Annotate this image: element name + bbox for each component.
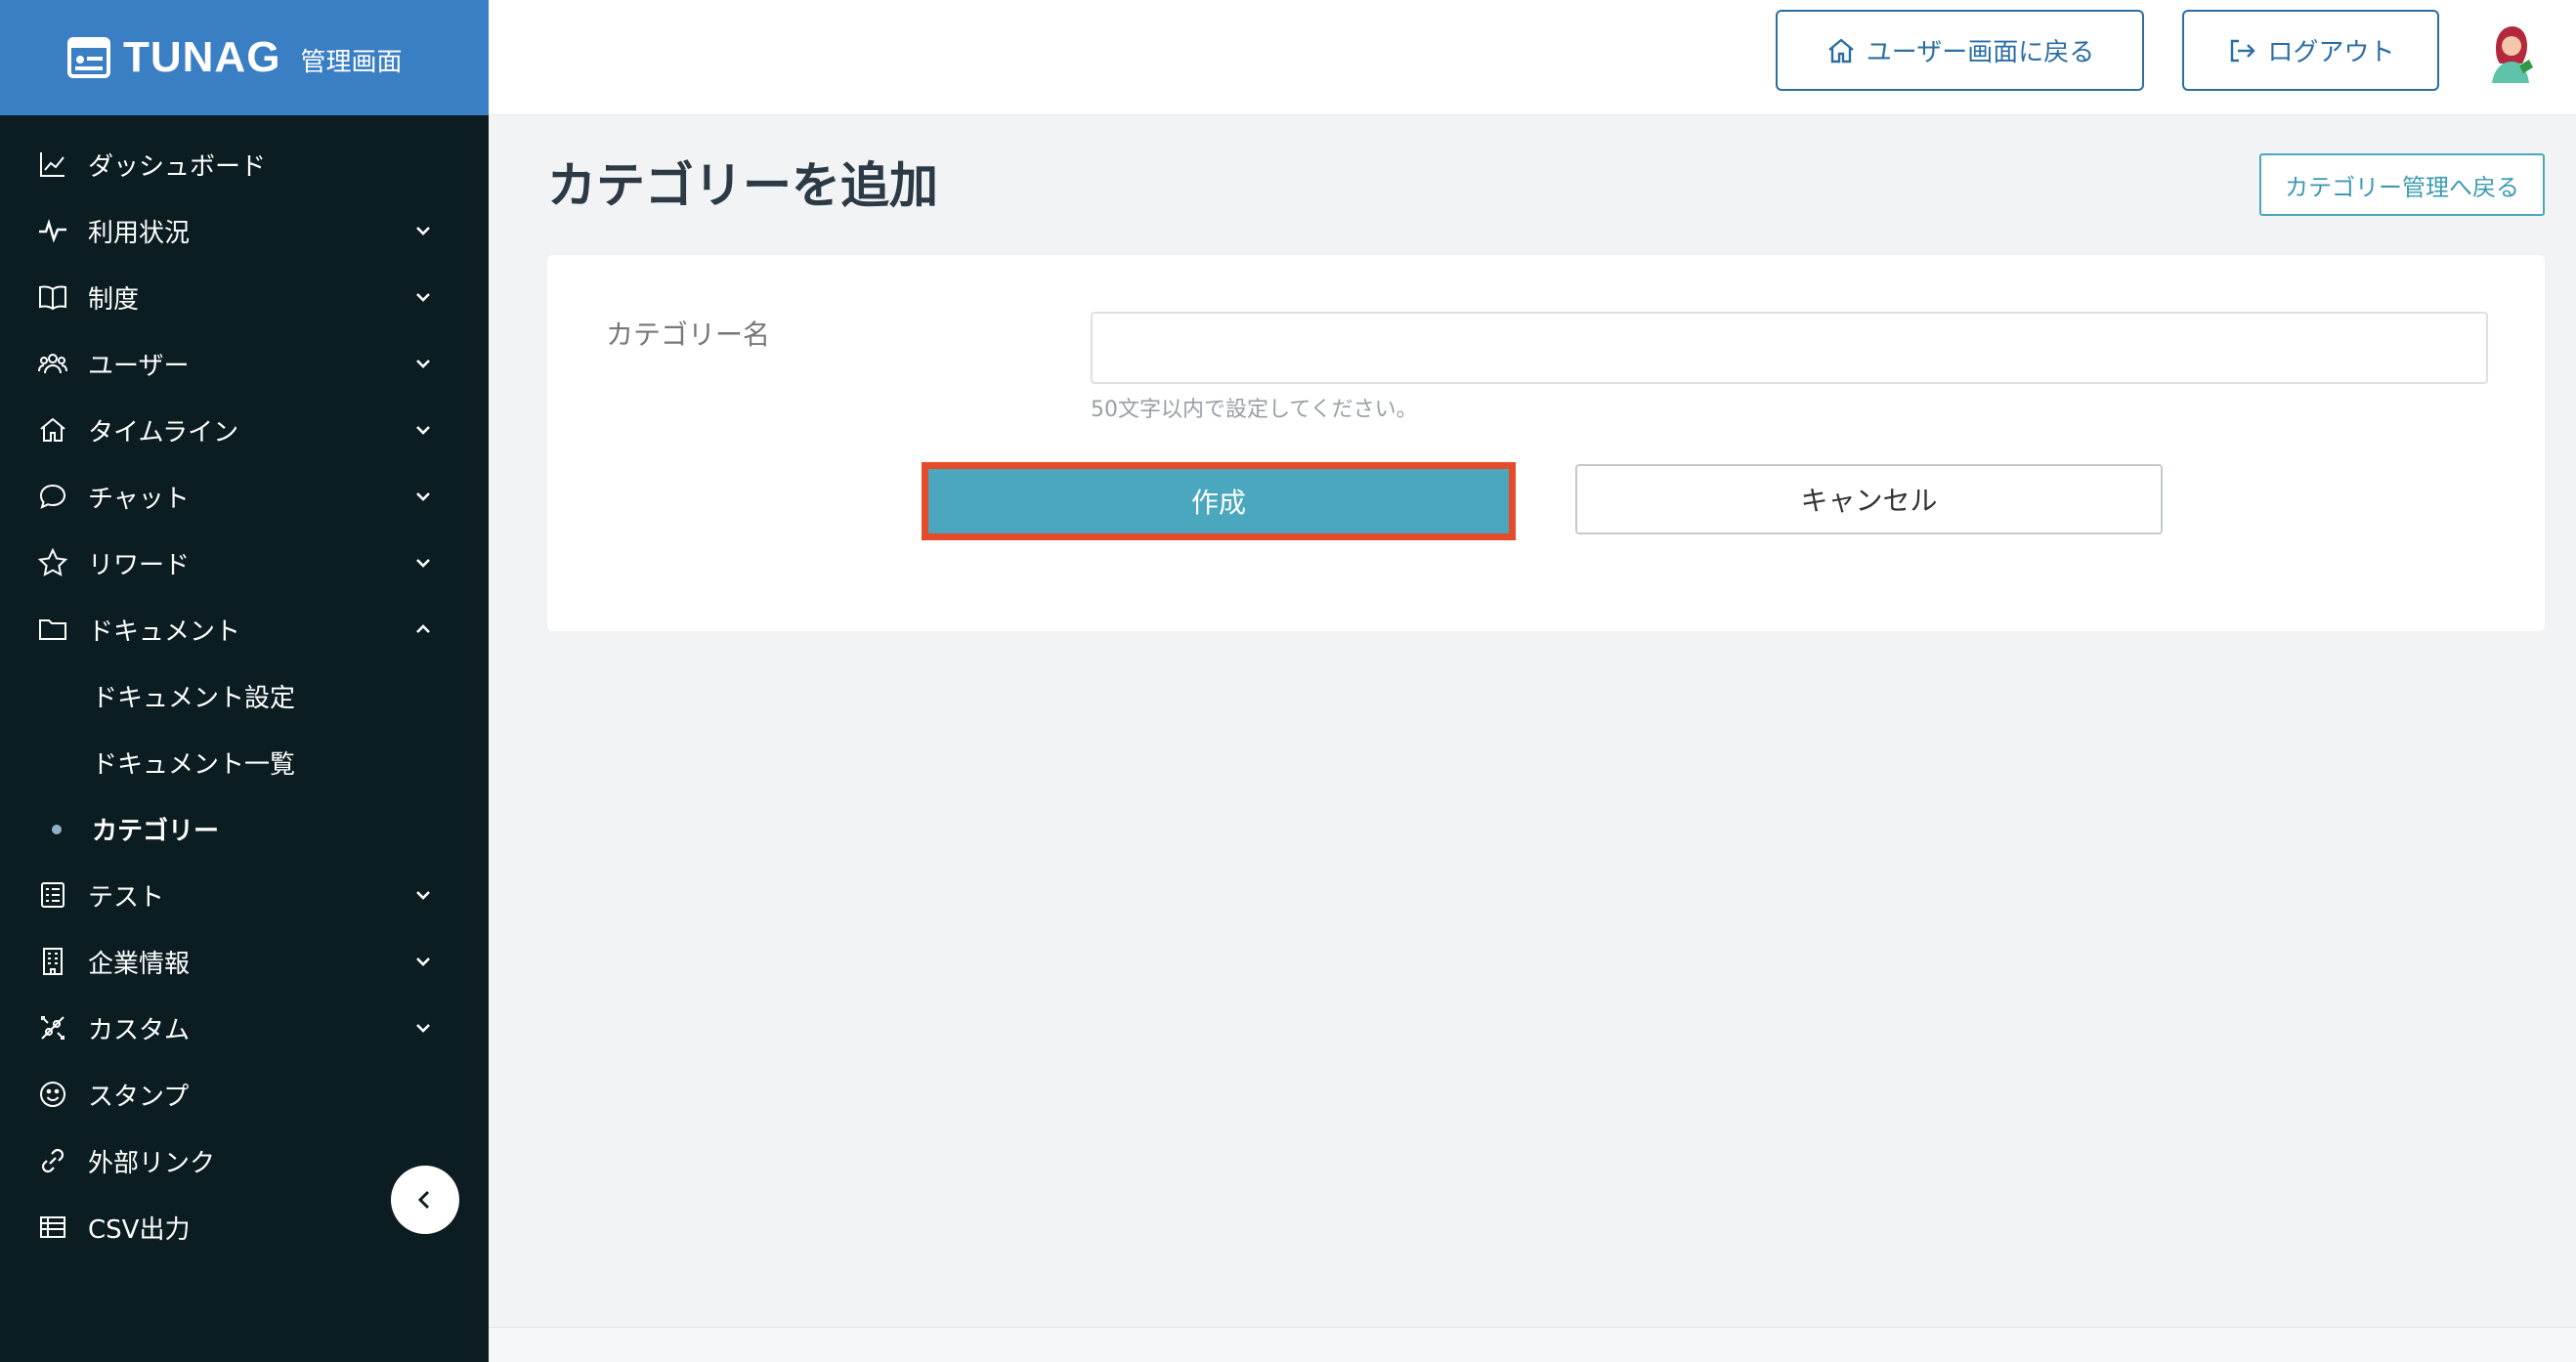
chevron-down-icon	[416, 891, 430, 900]
user-avatar[interactable]	[2478, 19, 2543, 83]
sidebar-collapse-button[interactable]	[391, 1166, 459, 1234]
category-name-input[interactable]	[1091, 312, 2488, 384]
sidebar-subitem-document-list[interactable]: ドキュメント一覧	[0, 729, 489, 795]
sidebar-item-custom[interactable]: カスタム	[0, 995, 489, 1061]
users-icon	[38, 354, 67, 374]
chevron-down-icon	[416, 492, 430, 501]
active-indicator-dot	[52, 825, 62, 834]
chevron-left-icon	[417, 1190, 430, 1210]
chevron-down-icon	[416, 293, 430, 302]
home-icon	[40, 417, 65, 442]
sidebar-item-label: チャット	[88, 484, 190, 514]
create-button-highlight: 作成	[922, 462, 1516, 540]
logout-icon	[2231, 39, 2256, 62]
sidebar-item-label: スタンプ	[88, 1082, 190, 1112]
logout-label: ログアウト	[2267, 37, 2395, 66]
sidebar: TUNAG 管理画面 ダッシュボード 利用状況 制度 ユーザー タイムライン チ…	[0, 0, 489, 1362]
sidebar-item-stamp[interactable]: スタンプ	[0, 1061, 489, 1128]
sidebar-item-label: 外部リンク	[88, 1148, 216, 1178]
chevron-down-icon	[416, 958, 430, 966]
sidebar-item-test[interactable]: テスト	[0, 862, 489, 928]
smile-icon	[40, 1082, 65, 1107]
tunag-logo-icon	[67, 37, 110, 78]
sidebar-item-label: テスト	[88, 882, 165, 913]
sidebar-item-usage[interactable]: 利用状況	[0, 197, 489, 264]
category-name-help-text: 50文字以内で設定してください。	[1091, 398, 1418, 422]
brand-logo[interactable]: TUNAG 管理画面	[0, 0, 489, 115]
book-icon	[39, 285, 66, 311]
sidebar-item-label: カスタム	[88, 1015, 191, 1045]
sidebar-item-users[interactable]: ユーザー	[0, 330, 489, 397]
category-form-card: カテゴリー名 50文字以内で設定してください。 作成 キャンセル	[547, 255, 2545, 631]
sidebar-item-label: ドキュメント	[88, 617, 241, 647]
building-icon	[43, 948, 63, 975]
star-icon	[37, 547, 68, 576]
activity-icon	[39, 218, 66, 243]
sidebar-item-chat[interactable]: チャット	[0, 463, 489, 530]
sidebar-subitem-label: ドキュメント一覧	[92, 749, 296, 780]
tools-icon	[41, 1016, 64, 1040]
brand-subtitle: 管理画面	[300, 47, 403, 77]
sidebar-item-label: CSV出力	[88, 1214, 191, 1245]
checklist-icon	[41, 882, 64, 908]
chevron-down-icon	[416, 559, 430, 568]
back-to-user-screen-button[interactable]: ユーザー画面に戻る	[1776, 10, 2144, 91]
page-footer	[489, 1327, 2576, 1362]
brand-name: TUNAG	[123, 33, 281, 81]
sidebar-item-label: 制度	[88, 284, 140, 315]
sidebar-item-reward[interactable]: リワード	[0, 530, 489, 596]
page-title: カテゴリーを追加	[547, 157, 938, 214]
chevron-down-icon	[416, 1024, 430, 1033]
sidebar-subitem-label: カテゴリー	[92, 816, 220, 846]
sidebar-item-label: ユーザー	[88, 351, 190, 381]
sidebar-item-dashboard[interactable]: ダッシュボード	[0, 131, 489, 197]
sidebar-item-label: 利用状況	[88, 218, 191, 248]
create-button[interactable]: 作成	[928, 469, 1509, 533]
home-icon	[1827, 37, 1854, 63]
sidebar-item-timeline[interactable]: タイムライン	[0, 397, 489, 463]
logout-button[interactable]: ログアウト	[2182, 10, 2439, 91]
sidebar-nav: ダッシュボード 利用状況 制度 ユーザー タイムライン チャット リワード ドキ…	[0, 131, 489, 1260]
top-header: ユーザー画面に戻る ログアウト	[489, 0, 2576, 115]
sidebar-subitem-label: ドキュメント設定	[92, 683, 296, 713]
sidebar-subitem-category[interactable]: カテゴリー	[0, 795, 489, 862]
folder-icon	[39, 619, 66, 640]
table-icon	[40, 1216, 65, 1238]
chevron-down-icon	[416, 360, 430, 368]
sidebar-item-label: ダッシュボード	[88, 151, 267, 182]
chart-line-icon	[40, 152, 64, 177]
sidebar-item-label: 企業情報	[88, 949, 191, 979]
category-name-label: カテゴリー名	[606, 319, 771, 351]
sidebar-item-company[interactable]: 企業情報	[0, 928, 489, 995]
back-to-category-management-button[interactable]: カテゴリー管理へ戻る	[2259, 153, 2545, 216]
sidebar-item-label: タイムライン	[88, 417, 239, 447]
chevron-down-icon	[416, 426, 430, 435]
back-to-user-screen-label: ユーザー画面に戻る	[1866, 37, 2095, 66]
chevron-down-icon	[416, 227, 430, 235]
link-icon	[41, 1148, 64, 1173]
sidebar-item-system[interactable]: 制度	[0, 264, 489, 330]
chat-bubble-icon	[39, 484, 66, 509]
sidebar-item-label: リワード	[88, 550, 191, 580]
cancel-button[interactable]: キャンセル	[1575, 464, 2163, 534]
sidebar-subitem-document-settings[interactable]: ドキュメント設定	[0, 662, 489, 729]
chevron-up-icon	[416, 624, 430, 633]
sidebar-item-document[interactable]: ドキュメント	[0, 596, 489, 662]
